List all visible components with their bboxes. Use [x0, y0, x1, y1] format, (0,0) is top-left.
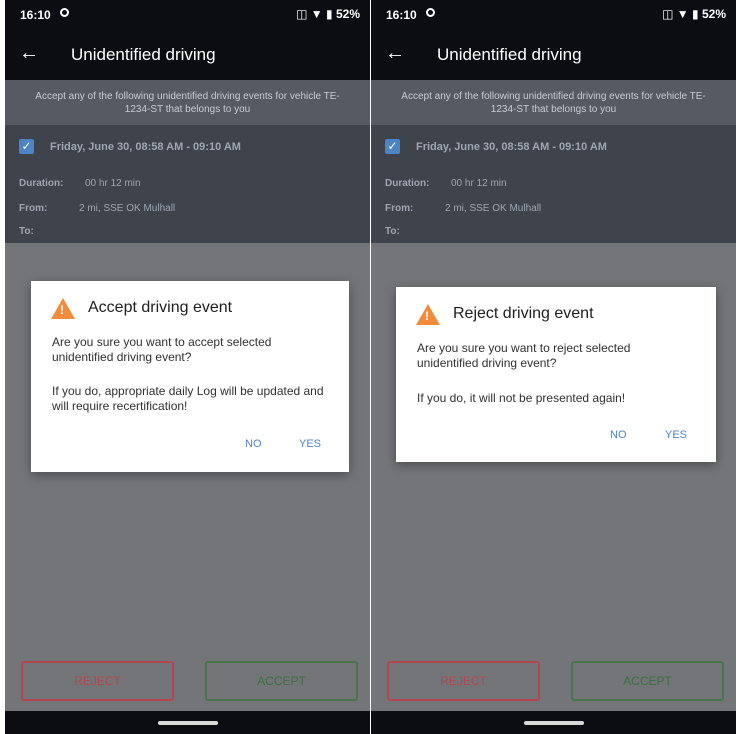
event-time-range: Friday, June 30, 08:58 AM - 09:10 AM: [50, 141, 241, 153]
event-time-range: Friday, June 30, 08:58 AM - 09:10 AM: [416, 141, 607, 153]
from-row: From: 2 mi, SSE OK Mulhall: [385, 203, 541, 214]
nav-bar: [371, 711, 736, 734]
system-icons: ◫ ▼ ▮ 52%: [662, 7, 726, 21]
checkbox-icon[interactable]: ✓: [19, 139, 34, 154]
app-bar: ← Unidentified driving: [5, 30, 370, 80]
accept-button[interactable]: ACCEPT: [205, 661, 358, 701]
from-label: From:: [19, 203, 48, 214]
status-bar: 16:10 ◫ ▼ ▮ 52%: [5, 0, 370, 30]
duration-label: Duration:: [385, 178, 430, 189]
page-title: Unidentified driving: [437, 45, 582, 64]
battery-icon: ▮: [326, 7, 333, 21]
dialog-no-button[interactable]: NO: [610, 429, 627, 441]
wifi-icon: ▼: [310, 7, 323, 21]
phone-reject-screen: 16:10 ◫ ▼ ▮ 52% ← Unidentified driving A…: [371, 0, 736, 734]
dialog-warning-message: If you do, appropriate daily Log will be…: [52, 384, 324, 413]
reject-dialog: ! Reject driving event Are you sure you …: [396, 287, 716, 462]
info-banner: Accept any of the following unidentified…: [371, 80, 736, 125]
info-banner: Accept any of the following unidentified…: [5, 80, 370, 125]
to-label: To:: [385, 226, 400, 237]
duration-value: 00 hr 12 min: [451, 178, 507, 189]
app-bar: ← Unidentified driving: [371, 30, 736, 80]
checkbox-icon[interactable]: ✓: [385, 139, 400, 154]
duration-value: 00 hr 12 min: [85, 178, 141, 189]
dialog-title: Accept driving event: [88, 299, 233, 316]
info-text: Accept any of the following unidentified…: [35, 91, 340, 115]
duration-label: Duration:: [19, 178, 64, 189]
from-value: 2 mi, SSE OK Mulhall: [79, 203, 176, 214]
duration-row: Duration: 00 hr 12 min: [385, 178, 507, 189]
warning-icon: !: [51, 298, 75, 319]
vibrate-icon: ◫: [662, 7, 674, 21]
battery-percent: 52%: [701, 7, 726, 21]
dialog-warning-message: If you do, it will not be presented agai…: [417, 391, 626, 405]
phone-accept-screen: 16:10 ◫ ▼ ▮ 52% ← Unidentified driving A…: [5, 0, 370, 734]
duration-row: Duration: 00 hr 12 min: [19, 178, 141, 189]
info-text: Accept any of the following unidentified…: [401, 91, 706, 115]
from-row: From: 2 mi, SSE OK Mulhall: [19, 203, 175, 214]
status-time: 16:10: [386, 8, 417, 22]
battery-percent: 52%: [335, 7, 360, 21]
home-handle[interactable]: [157, 721, 218, 725]
event-card[interactable]: ✓ Friday, June 30, 08:58 AM - 09:10 AM D…: [5, 125, 370, 243]
sync-icon: [60, 8, 69, 17]
dialog-title: Reject driving event: [453, 305, 594, 322]
reject-button[interactable]: REJECT: [21, 661, 174, 701]
dialog-message: Are you sure you want to accept selected…: [52, 335, 272, 364]
page-title: Unidentified driving: [71, 45, 216, 64]
wifi-icon: ▼: [676, 7, 689, 21]
battery-icon: ▮: [692, 7, 699, 21]
status-bar: 16:10 ◫ ▼ ▮ 52%: [371, 0, 736, 30]
status-time: 16:10: [20, 8, 51, 22]
back-arrow-icon[interactable]: ←: [19, 43, 39, 63]
sync-icon: [426, 8, 435, 17]
vibrate-icon: ◫: [296, 7, 308, 21]
dialog-no-button[interactable]: NO: [245, 438, 262, 450]
reject-button[interactable]: REJECT: [387, 661, 540, 701]
to-row: To:: [385, 226, 400, 237]
dialog-yes-button[interactable]: YES: [665, 429, 687, 441]
from-value: 2 mi, SSE OK Mulhall: [445, 203, 542, 214]
back-arrow-icon[interactable]: ←: [385, 43, 405, 63]
nav-bar: [5, 711, 370, 734]
accept-dialog: ! Accept driving event Are you sure you …: [31, 281, 349, 472]
dialog-yes-button[interactable]: YES: [299, 438, 321, 450]
dialog-message: Are you sure you want to reject selected…: [417, 341, 631, 370]
from-label: From:: [385, 203, 414, 214]
warning-icon: !: [416, 304, 440, 325]
event-card[interactable]: ✓ Friday, June 30, 08:58 AM - 09:10 AM D…: [371, 125, 736, 243]
home-handle[interactable]: [523, 721, 584, 725]
to-label: To:: [19, 226, 34, 237]
to-row: To:: [19, 226, 34, 237]
accept-button[interactable]: ACCEPT: [571, 661, 724, 701]
system-icons: ◫ ▼ ▮ 52%: [296, 7, 360, 21]
